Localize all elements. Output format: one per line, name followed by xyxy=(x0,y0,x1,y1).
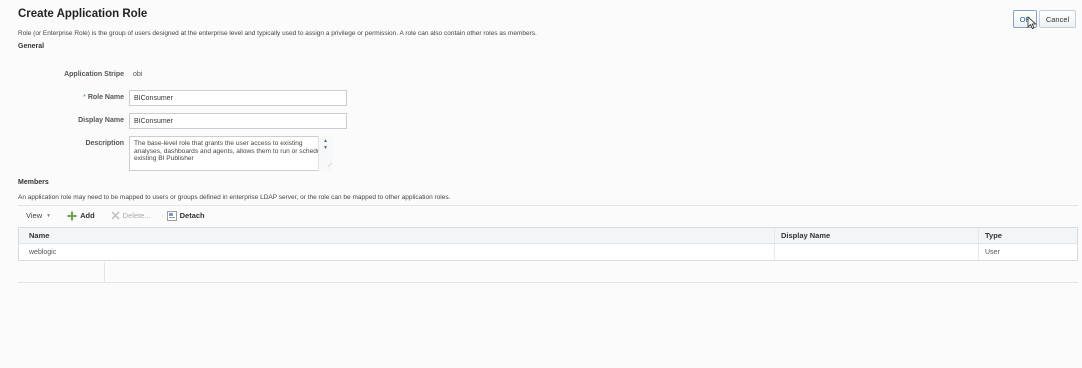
scroll-down-icon[interactable]: ▼ xyxy=(323,145,328,151)
view-menu[interactable]: View ▼ xyxy=(26,211,51,220)
create-application-role-page: Create Application Role Role (or Enterpr… xyxy=(0,0,1082,368)
members-table: Name Display Name Type weblogic User xyxy=(18,227,1078,261)
column-header-type[interactable]: Type xyxy=(979,228,1077,243)
application-stripe-value: obi xyxy=(133,71,143,78)
general-section-label: General xyxy=(18,43,45,50)
required-indicator: * xyxy=(83,94,86,101)
table-row[interactable]: weblogic User xyxy=(19,244,1077,260)
cancel-button[interactable]: Cancel xyxy=(1039,10,1076,28)
scroll-up-icon[interactable]: ▲ xyxy=(323,138,328,144)
footer-divider xyxy=(104,262,105,283)
column-header-display-name[interactable]: Display Name xyxy=(775,228,979,243)
add-button-label: Add xyxy=(80,211,95,220)
delete-button[interactable]: Delete... xyxy=(111,211,151,220)
description-textarea[interactable]: The base-level role that grants the user… xyxy=(129,136,333,171)
detach-icon xyxy=(166,210,177,221)
delete-x-icon xyxy=(111,211,120,220)
table-header: Name Display Name Type xyxy=(19,228,1077,244)
detach-button-label: Detach xyxy=(179,211,205,220)
row-display-name-cell xyxy=(775,244,979,260)
role-name-label-text: Role Name xyxy=(87,94,124,101)
chevron-down-icon: ▼ xyxy=(46,212,52,219)
description-label: Description xyxy=(85,140,124,147)
resize-grip-icon[interactable]: ⟋ xyxy=(328,163,332,170)
description-scrollbar[interactable]: ▲ ▼ ⟋ xyxy=(318,136,333,171)
members-toolbar: View ▼ Add Delete... Detach xyxy=(18,205,1078,225)
display-name-input[interactable]: BIConsumer xyxy=(129,113,347,129)
delete-button-label: Delete... xyxy=(122,211,151,220)
application-stripe-label: Application Stripe xyxy=(64,71,124,78)
members-section-label: Members xyxy=(18,179,49,186)
page-subtitle: Role (or Enterprise Role) is the group o… xyxy=(18,30,537,37)
role-name-input[interactable]: BIConsumer xyxy=(129,90,347,106)
add-button[interactable]: Add xyxy=(67,211,95,221)
table-footer xyxy=(18,262,1078,283)
row-name-cell: weblogic xyxy=(19,244,775,260)
display-name-label: Display Name xyxy=(78,117,124,124)
view-menu-label: View xyxy=(26,211,43,220)
role-name-label: * Role Name xyxy=(83,94,124,101)
row-type-cell: User xyxy=(985,248,1000,256)
plus-icon xyxy=(67,211,77,221)
mouse-pointer-icon xyxy=(1027,16,1037,30)
column-header-name[interactable]: Name xyxy=(19,228,775,243)
members-description: An application role may need to be mappe… xyxy=(18,194,451,201)
page-title: Create Application Role xyxy=(18,8,148,20)
detach-button[interactable]: Detach xyxy=(166,210,205,221)
